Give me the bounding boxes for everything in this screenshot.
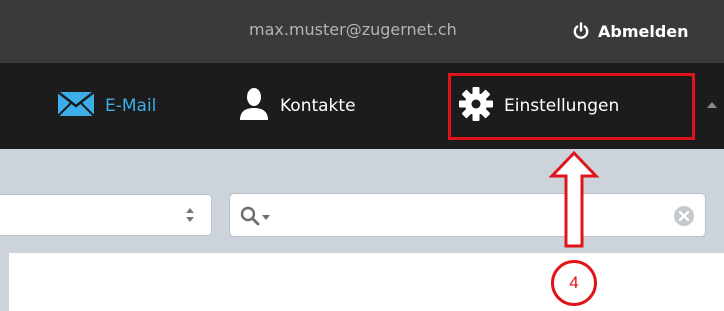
logout-button[interactable]: Abmelden	[572, 17, 689, 45]
folder-select[interactable]	[0, 194, 212, 236]
search-input[interactable]	[229, 193, 706, 237]
nav-item-contacts-label: Kontakte	[280, 96, 356, 116]
annotation-arrow-up-icon	[548, 150, 600, 250]
nav-item-email-label: E-Mail	[105, 96, 157, 116]
search-icon[interactable]	[240, 206, 278, 230]
envelope-icon	[57, 90, 95, 122]
annotation-step-circle: 4	[551, 260, 597, 306]
sort-arrows-icon	[185, 206, 195, 228]
message-list-panel	[9, 253, 724, 311]
clear-search-icon[interactable]	[673, 205, 695, 231]
power-icon	[572, 22, 590, 40]
top-bar: max.muster@zugernet.ch Abmelden	[0, 0, 724, 63]
annotation-highlight-box	[448, 73, 695, 140]
user-email: max.muster@zugernet.ch	[249, 20, 457, 39]
nav-item-email[interactable]: E-Mail	[57, 63, 156, 149]
logout-label: Abmelden	[598, 21, 689, 41]
nav-item-contacts[interactable]: Kontakte	[238, 63, 356, 149]
scroll-up-icon[interactable]	[704, 97, 720, 113]
annotation-step-number: 4	[569, 273, 579, 292]
person-icon	[238, 87, 270, 126]
